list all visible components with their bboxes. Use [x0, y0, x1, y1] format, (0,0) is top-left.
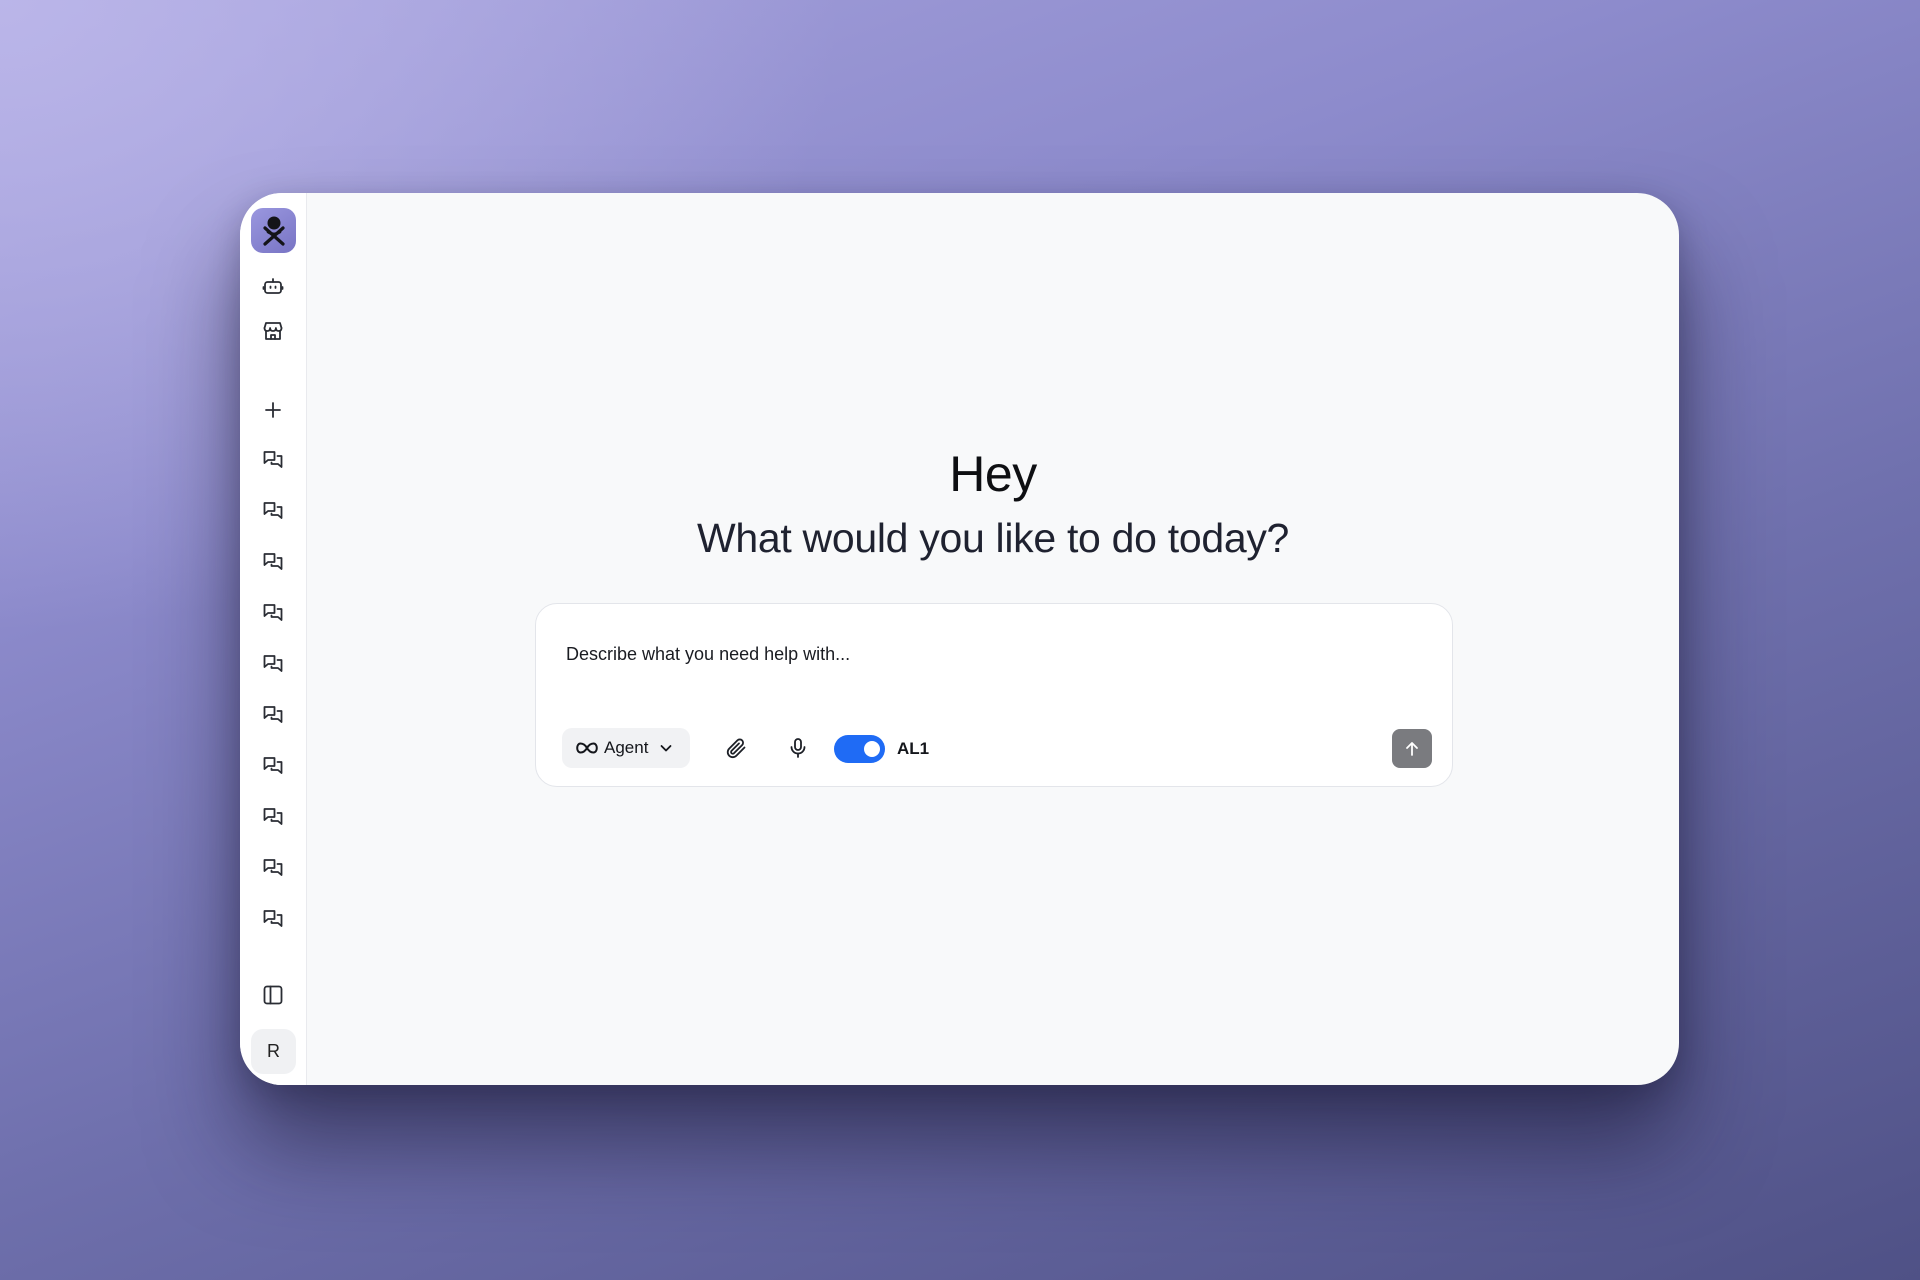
greeting-title: Hey [949, 446, 1037, 502]
chat-history-item[interactable] [259, 548, 287, 576]
chat-history-item[interactable] [259, 905, 287, 933]
toggle-sidebar-button[interactable] [259, 981, 287, 1009]
paperclip-icon [726, 738, 746, 759]
app-logo[interactable] [251, 208, 296, 253]
chat-history-item[interactable] [259, 701, 287, 729]
user-avatar[interactable]: R [251, 1029, 296, 1074]
mode-selector-button[interactable]: Agent [562, 728, 691, 768]
main-content: Hey What would you like to do today? Age… [307, 193, 1679, 1085]
al1-toggle[interactable] [834, 735, 885, 763]
arrow-up-icon [1406, 741, 1418, 756]
store-icon [263, 322, 283, 340]
toggle-knob [864, 741, 880, 757]
chat-history-item[interactable] [259, 803, 287, 831]
chat-history-item[interactable] [259, 650, 287, 678]
chat-bubbles-icon [263, 502, 283, 519]
chat-bubbles-icon [263, 604, 283, 621]
greeting-subtitle: What would you like to do today? [696, 515, 1290, 561]
chat-bubbles-icon [263, 655, 283, 672]
prompt-input[interactable] [566, 644, 1386, 665]
voice-input-button[interactable] [784, 734, 812, 762]
new-chat-button[interactable] [259, 396, 287, 424]
sidebar-item-store[interactable] [259, 317, 287, 345]
chat-bubbles-icon [263, 808, 283, 825]
chat-history-item[interactable] [259, 854, 287, 882]
infinity-icon [576, 742, 598, 754]
send-button[interactable] [1392, 729, 1432, 768]
prompt-composer: Agent AL1 [535, 603, 1453, 787]
chat-bubbles-icon [263, 451, 283, 468]
sidebar-item-agents[interactable] [259, 272, 287, 300]
chevron-down-icon [661, 745, 672, 752]
plus-icon [265, 402, 281, 418]
chat-history-item[interactable] [259, 446, 287, 474]
chat-bubbles-icon [263, 910, 283, 927]
chat-bubbles-icon [263, 757, 283, 774]
attach-file-button[interactable] [722, 734, 750, 762]
avatar-initial: R [267, 1041, 280, 1061]
mode-label: Agent [604, 738, 649, 757]
chat-history-item[interactable] [259, 497, 287, 525]
chat-bubbles-icon [263, 553, 283, 570]
chat-history-item[interactable] [259, 599, 287, 627]
chat-bubbles-icon [263, 706, 283, 723]
chat-bubbles-icon [263, 859, 283, 876]
chat-history-item[interactable] [259, 752, 287, 780]
agent-logo-icon [262, 216, 285, 246]
toggle-label: AL1 [897, 739, 930, 758]
microphone-icon [790, 738, 806, 758]
sidebar-panel-icon [263, 985, 283, 1005]
robot-icon [262, 278, 284, 294]
sidebar: R [240, 193, 307, 1085]
app-window: R Hey What would you like to do today? A… [240, 193, 1679, 1085]
